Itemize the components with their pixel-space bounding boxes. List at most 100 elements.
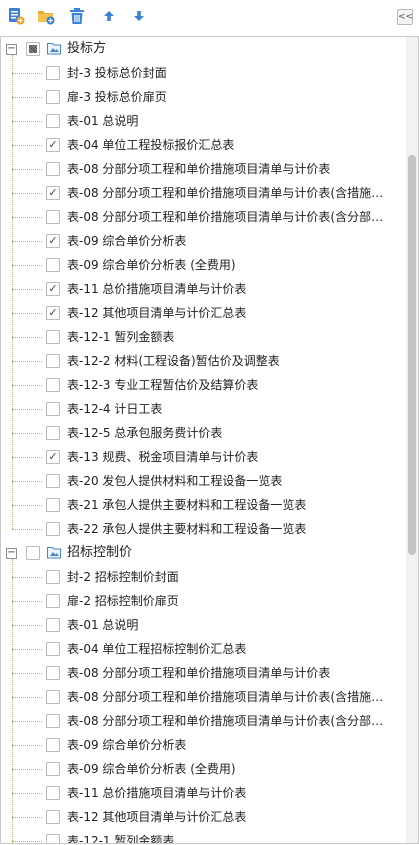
tree-item[interactable]: 扉-2 招标控制价扉页 xyxy=(1,589,405,613)
expand-toggle-icon[interactable]: − xyxy=(6,548,17,559)
item-checkbox[interactable] xyxy=(46,498,60,512)
tree-connector xyxy=(12,625,42,626)
item-checkbox[interactable] xyxy=(46,618,60,632)
tree-item[interactable]: 表-12 其他项目清单与计价汇总表 xyxy=(1,805,405,829)
tree-item-label: 表-04 单位工程招标控制价汇总表 xyxy=(67,642,247,656)
tree-item[interactable]: ✓ 表-11 总价措施项目清单与计价表 xyxy=(1,277,405,301)
tree-item-label: 表-12-4 计日工表 xyxy=(67,402,163,416)
tree-item[interactable]: ✓ 表-04 单位工程投标报价汇总表 xyxy=(1,133,405,157)
tree-item-label: 表-01 总说明 xyxy=(67,114,139,128)
vertical-scrollbar[interactable] xyxy=(406,37,418,843)
item-checkbox[interactable] xyxy=(46,570,60,584)
tree-group[interactable]: − 投标方 xyxy=(1,37,405,61)
tree-item[interactable]: 表-12-5 总承包服务费计价表 xyxy=(1,421,405,445)
tree-item[interactable]: 表-22 承包人提供主要材料和工程设备一览表 xyxy=(1,517,405,541)
item-checkbox[interactable] xyxy=(46,522,60,536)
scrollbar-thumb[interactable] xyxy=(408,155,416,555)
item-checkbox[interactable] xyxy=(46,762,60,776)
tree-item[interactable]: 表-20 发包人提供材料和工程设备一览表 xyxy=(1,469,405,493)
tree-group[interactable]: − 招标控制价 xyxy=(1,541,405,565)
tree-item[interactable]: 表-08 分部分项工程和单价措施项目清单与计价表(含分部… xyxy=(1,205,405,229)
item-checkbox[interactable]: ✓ xyxy=(46,282,60,296)
item-checkbox[interactable] xyxy=(46,594,60,608)
tree-item[interactable]: 表-09 综合单价分析表 (全费用) xyxy=(1,253,405,277)
item-checkbox[interactable] xyxy=(46,378,60,392)
check-icon: ✓ xyxy=(48,282,58,295)
item-checkbox[interactable] xyxy=(46,114,60,128)
tree-item[interactable]: 表-01 总说明 xyxy=(1,109,405,133)
tree-item[interactable]: 扉-3 投标总价扉页 xyxy=(1,85,405,109)
tree-item[interactable]: ✓ 表-13 规费、税金项目清单与计价表 xyxy=(1,445,405,469)
add-folder-button[interactable] xyxy=(36,6,56,26)
tree-item[interactable]: 表-08 分部分项工程和单价措施项目清单与计价表(含分部… xyxy=(1,709,405,733)
tree-item-label: 扉-2 招标控制价扉页 xyxy=(67,594,179,608)
item-checkbox[interactable] xyxy=(46,666,60,680)
tree-item-label: 封-2 招标控制价封面 xyxy=(67,570,179,584)
item-checkbox[interactable] xyxy=(46,714,60,728)
item-checkbox[interactable] xyxy=(46,330,60,344)
tree-item[interactable]: 表-12-1 暂列金额表 xyxy=(1,325,405,349)
tree-item[interactable]: ✓ 表-09 综合单价分析表 xyxy=(1,229,405,253)
item-checkbox[interactable] xyxy=(46,90,60,104)
tree-item[interactable]: 表-11 总价措施项目清单与计价表 xyxy=(1,781,405,805)
tree-item[interactable]: 表-09 综合单价分析表 (全费用) xyxy=(1,757,405,781)
tree-connector xyxy=(12,793,42,794)
tree-guide-line xyxy=(12,559,13,843)
tree-connector xyxy=(12,673,42,674)
item-checkbox[interactable]: ✓ xyxy=(46,186,60,200)
tree-item[interactable]: 表-04 单位工程招标控制价汇总表 xyxy=(1,637,405,661)
tree-item[interactable]: 封-3 投标总价封面 xyxy=(1,61,405,85)
tree-connector xyxy=(12,289,42,290)
tree-item[interactable]: 表-21 承包人提供主要材料和工程设备一览表 xyxy=(1,493,405,517)
check-icon: ✓ xyxy=(48,450,58,463)
tree-item[interactable]: 表-12-4 计日工表 xyxy=(1,397,405,421)
item-checkbox[interactable] xyxy=(46,210,60,224)
tree-item[interactable]: 表-08 分部分项工程和单价措施项目清单与计价表 xyxy=(1,157,405,181)
item-checkbox[interactable] xyxy=(46,162,60,176)
tree-item-label: 表-21 承包人提供主要材料和工程设备一览表 xyxy=(67,498,307,512)
tree-item[interactable]: 表-12-1 暂列金额表 xyxy=(1,829,405,843)
item-checkbox[interactable] xyxy=(46,786,60,800)
tree-connector xyxy=(12,337,42,338)
tree-item[interactable]: ✓ 表-08 分部分项工程和单价措施项目清单与计价表(含措施… xyxy=(1,181,405,205)
tree-item[interactable]: ✓ 表-12 其他项目清单与计价汇总表 xyxy=(1,301,405,325)
item-checkbox[interactable] xyxy=(46,642,60,656)
tree-connector xyxy=(12,769,42,770)
tree-item[interactable]: 封-2 招标控制价封面 xyxy=(1,565,405,589)
move-up-button[interactable] xyxy=(99,6,119,26)
item-checkbox[interactable]: ✓ xyxy=(46,234,60,248)
item-checkbox[interactable]: ✓ xyxy=(46,450,60,464)
tree-item[interactable]: 表-01 总说明 xyxy=(1,613,405,637)
item-checkbox[interactable] xyxy=(46,66,60,80)
item-checkbox[interactable] xyxy=(46,426,60,440)
item-checkbox[interactable] xyxy=(46,402,60,416)
item-checkbox[interactable]: ✓ xyxy=(46,138,60,152)
collapse-panel-button[interactable]: << xyxy=(397,9,413,25)
tree-item[interactable]: 表-08 分部分项工程和单价措施项目清单与计价表(含措施… xyxy=(1,685,405,709)
delete-icon xyxy=(70,8,84,24)
item-checkbox[interactable] xyxy=(46,354,60,368)
move-down-button[interactable] xyxy=(129,6,149,26)
tree-item-label: 表-04 单位工程投标报价汇总表 xyxy=(67,138,235,152)
item-checkbox[interactable] xyxy=(46,258,60,272)
tree-item-label: 表-13 规费、税金项目清单与计价表 xyxy=(67,450,259,464)
tree-item-label: 表-08 分部分项工程和单价措施项目清单与计价表 xyxy=(67,162,331,176)
add-document-button[interactable] xyxy=(6,6,26,26)
tree-item[interactable]: 表-12-3 专业工程暂估价及结算价表 xyxy=(1,373,405,397)
item-checkbox[interactable] xyxy=(46,834,60,843)
item-checkbox[interactable] xyxy=(46,738,60,752)
tree-connector xyxy=(12,145,42,146)
group-checkbox[interactable] xyxy=(26,546,40,560)
tree-item[interactable]: 表-08 分部分项工程和单价措施项目清单与计价表 xyxy=(1,661,405,685)
tree-item[interactable]: 表-09 综合单价分析表 xyxy=(1,733,405,757)
item-checkbox[interactable] xyxy=(46,690,60,704)
expand-toggle-icon[interactable]: − xyxy=(6,44,17,55)
tree-connector xyxy=(12,841,42,842)
item-checkbox[interactable] xyxy=(46,474,60,488)
group-checkbox[interactable] xyxy=(26,42,40,56)
item-checkbox[interactable]: ✓ xyxy=(46,306,60,320)
item-checkbox[interactable] xyxy=(46,810,60,824)
delete-button[interactable] xyxy=(67,6,87,26)
tree-item-label: 表-09 综合单价分析表 xyxy=(67,234,187,248)
tree-item[interactable]: 表-12-2 材料(工程设备)暂估价及调整表 xyxy=(1,349,405,373)
